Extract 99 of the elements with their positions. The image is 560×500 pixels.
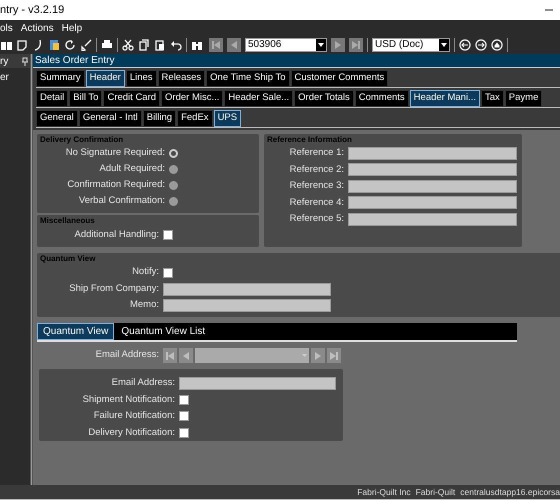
tab[interactable]: Tax: [480, 90, 504, 107]
menu-item[interactable]: Actions: [20, 20, 54, 36]
tab[interactable]: Quantum View: [37, 323, 114, 340]
input-field[interactable]: [348, 196, 517, 210]
field-label: Adult Required:: [98, 162, 165, 176]
checkbox[interactable]: [163, 230, 173, 240]
radio-button[interactable]: [169, 196, 178, 206]
panel-title: Quantum View: [39, 253, 96, 264]
status-text: centralusdtapp16.epicorsa: [460, 486, 560, 498]
panel-title: ry: [0, 54, 8, 68]
checkbox[interactable]: [179, 428, 189, 438]
tab[interactable]: Order Misc...: [161, 90, 224, 107]
field-label: Failure Notification:: [92, 409, 175, 424]
panel-title: Miscellaneous: [39, 215, 96, 226]
checkbox[interactable]: [179, 411, 189, 422]
tab[interactable]: Summary: [36, 70, 85, 87]
field-label: Reference 2:: [288, 162, 344, 177]
copy-icon[interactable]: [138, 38, 150, 50]
menu-item[interactable]: Help: [62, 20, 82, 36]
previous-record-icon: [230, 40, 238, 48]
input-field[interactable]: [348, 180, 517, 193]
field-label: Reference 3:: [288, 179, 344, 194]
refresh-icon[interactable]: [64, 38, 76, 50]
field-label: Delivery Notification:: [87, 426, 175, 440]
tab[interactable]: Header: [86, 70, 125, 87]
last-email-icon: [330, 352, 338, 360]
dropdown-arrow-icon: [318, 42, 324, 46]
field-label: Reference 4:: [288, 196, 344, 210]
tab[interactable]: General: [36, 110, 78, 127]
tab[interactable]: Header Mani...: [410, 90, 480, 107]
field-label: Shipment Notification:: [82, 392, 175, 407]
brush-icon[interactable]: [80, 38, 92, 50]
panel-title: Reference Information: [266, 134, 353, 145]
status-text: Fabri-Quilt Inc: [357, 486, 411, 498]
previous-email-icon: [182, 352, 190, 360]
field-label: Reference 5:: [288, 212, 344, 226]
document-icon[interactable]: [48, 38, 60, 50]
field-label: Notify:: [131, 265, 159, 280]
dropdown-arrow-icon: [441, 42, 447, 46]
radio-button[interactable]: [169, 148, 178, 158]
panel-title: Delivery Confirmation: [39, 134, 124, 145]
checkbox[interactable]: [163, 268, 173, 278]
input-field[interactable]: [348, 212, 517, 226]
note-icon[interactable]: [16, 38, 28, 50]
tab[interactable]: Credit Card: [103, 90, 160, 107]
field-label: Reference 1:: [288, 146, 344, 160]
last-record-icon: [352, 40, 360, 48]
pin-icon[interactable]: [22, 56, 28, 66]
tree-item[interactable]: er: [0, 68, 30, 85]
undo-icon[interactable]: [170, 38, 182, 50]
tab[interactable]: Header Sale...: [224, 90, 294, 107]
tab[interactable]: Lines: [126, 70, 157, 87]
tab[interactable]: Bill To: [69, 90, 102, 107]
tab[interactable]: Billing: [142, 110, 176, 127]
field-label: Email Address:: [94, 348, 159, 362]
radio-button[interactable]: [169, 180, 178, 190]
tab[interactable]: Releases: [158, 70, 206, 87]
tab[interactable]: Payme: [504, 90, 542, 107]
record-field[interactable]: 503906: [245, 38, 327, 52]
form-title: Sales Order Entry: [33, 54, 560, 68]
last-record-button[interactable]: [349, 38, 363, 52]
scissors-icon[interactable]: [122, 38, 134, 50]
field-label: Additional Handling:: [73, 228, 159, 242]
window-title: ntry - v3.2.19: [0, 2, 64, 18]
field-label: Memo:: [128, 298, 159, 312]
input-field[interactable]: [163, 298, 331, 312]
home-icon[interactable]: [491, 38, 503, 50]
next-record-icon: [334, 40, 342, 48]
tab[interactable]: Order Totals: [294, 90, 354, 107]
status-text: Fabri-Quilt: [416, 486, 456, 498]
field-label: No Signature Required:: [64, 146, 165, 160]
next-record-button[interactable]: [331, 38, 345, 52]
field-label: Confirmation Required:: [66, 178, 165, 192]
input-field[interactable]: [348, 146, 517, 160]
tab[interactable]: One Time Ship To: [206, 70, 290, 87]
tab[interactable]: Detail: [36, 90, 68, 107]
field-label: Ship From Company:: [68, 282, 159, 296]
first-record-button[interactable]: [209, 38, 223, 52]
paste-icon[interactable]: [154, 38, 166, 50]
currency-dropdown[interactable]: USD (Doc): [372, 38, 450, 52]
first-record-icon: [212, 40, 220, 48]
input-field[interactable]: [163, 282, 331, 296]
tab[interactable]: FedEx: [177, 110, 213, 127]
dropdown-arrow-icon: [302, 354, 307, 357]
field-label: Verbal Confirmation:: [78, 194, 165, 208]
tab[interactable]: UPS: [214, 110, 242, 127]
input-field[interactable]: [179, 376, 336, 390]
printer-icon[interactable]: [101, 38, 113, 50]
tab[interactable]: Comments: [354, 90, 409, 107]
next-email-icon: [314, 352, 322, 360]
menu-item[interactable]: ols: [0, 20, 13, 36]
tab[interactable]: General - Intl: [78, 110, 142, 127]
checkbox[interactable]: [179, 394, 189, 405]
first-email-icon: [166, 352, 174, 360]
previous-record-button[interactable]: [227, 38, 241, 52]
radio-button[interactable]: [169, 164, 178, 174]
tab[interactable]: Customer Comments: [290, 70, 388, 87]
field-label: Email Address:: [110, 376, 175, 390]
input-field[interactable]: [348, 163, 517, 176]
